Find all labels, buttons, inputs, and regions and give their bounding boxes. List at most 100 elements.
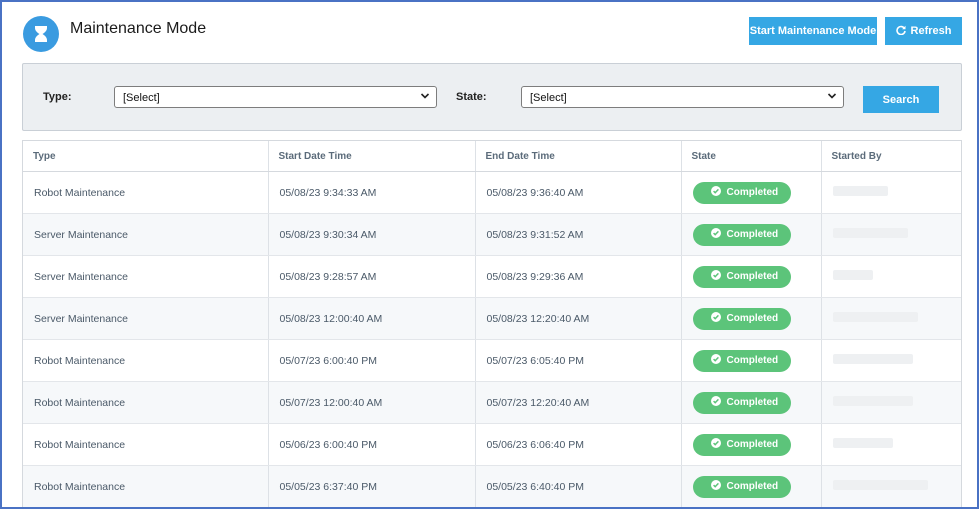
maintenance-table: Type Start Date Time End Date Time State… <box>22 140 962 507</box>
type-select-value: [Select] <box>123 92 160 104</box>
cell-type: Robot Maintenance <box>23 339 269 382</box>
cell-type: Server Maintenance <box>23 297 269 340</box>
page-title: Maintenance Mode <box>70 20 207 37</box>
cell-end-time: 05/08/23 9:36:40 AM <box>475 171 682 214</box>
cell-end-time: 05/07/23 12:20:40 AM <box>475 381 682 424</box>
state-select-value: [Select] <box>530 92 567 104</box>
maintenance-mode-page: Maintenance Mode Start Maintenance Mode … <box>0 0 979 509</box>
cell-type: Robot Maintenance <box>23 171 269 214</box>
cell-started-by <box>821 171 961 214</box>
redacted-user <box>832 396 913 406</box>
column-header-type[interactable]: Type <box>23 141 269 172</box>
check-circle-icon <box>710 312 721 325</box>
cell-end-time: 05/08/23 9:31:52 AM <box>475 213 682 256</box>
check-circle-icon <box>710 354 721 367</box>
cell-start-time: 05/08/23 9:30:34 AM <box>268 213 476 256</box>
cell-start-time: 05/08/23 9:28:57 AM <box>268 255 476 298</box>
cell-start-time: 05/07/23 6:00:40 PM <box>268 339 476 382</box>
status-badge: Completed <box>692 181 791 204</box>
cell-state: Completed <box>681 213 822 256</box>
cell-started-by <box>821 255 961 298</box>
cell-state: Completed <box>681 465 822 507</box>
status-badge: Completed <box>692 475 791 498</box>
cell-started-by <box>821 381 961 424</box>
cell-started-by <box>821 465 961 507</box>
start-maintenance-label: Start Maintenance Mode <box>749 25 877 37</box>
column-header-started-by[interactable]: Started By <box>821 141 961 172</box>
cell-start-time: 05/05/23 6:37:40 PM <box>268 465 476 507</box>
column-header-state[interactable]: State <box>681 141 822 172</box>
hourglass-icon <box>23 16 59 52</box>
cell-state: Completed <box>681 297 822 340</box>
column-header-start[interactable]: Start Date Time <box>268 141 476 172</box>
cell-end-time: 05/05/23 6:40:40 PM <box>475 465 682 507</box>
cell-start-time: 05/06/23 6:00:40 PM <box>268 423 476 466</box>
redacted-user <box>832 354 913 364</box>
cell-started-by <box>821 297 961 340</box>
status-badge: Completed <box>692 265 791 288</box>
redacted-user <box>832 480 928 490</box>
status-badge: Completed <box>692 349 791 372</box>
redacted-user <box>832 186 888 196</box>
table-row[interactable]: Robot Maintenance 05/08/23 9:34:33 AM 05… <box>23 171 961 214</box>
chevron-down-icon <box>827 91 837 104</box>
cell-state: Completed <box>681 339 822 382</box>
cell-type: Robot Maintenance <box>23 381 269 424</box>
cell-state: Completed <box>681 171 822 214</box>
cell-type: Robot Maintenance <box>23 423 269 466</box>
cell-start-time: 05/08/23 9:34:33 AM <box>268 171 476 214</box>
check-circle-icon <box>710 270 721 283</box>
status-badge-label: Completed <box>726 271 779 282</box>
filter-panel: Type: [Select] State: [Select] Search <box>22 63 962 131</box>
table-row[interactable]: Server Maintenance 05/08/23 9:28:57 AM 0… <box>23 255 961 298</box>
cell-started-by <box>821 213 961 256</box>
chevron-down-icon <box>420 91 430 104</box>
cell-end-time: 05/08/23 9:29:36 AM <box>475 255 682 298</box>
status-badge-label: Completed <box>726 397 779 408</box>
check-circle-icon <box>710 480 721 493</box>
cell-start-time: 05/08/23 12:00:40 AM <box>268 297 476 340</box>
cell-end-time: 05/08/23 12:20:40 AM <box>475 297 682 340</box>
table-header-row: Type Start Date Time End Date Time State… <box>23 141 961 172</box>
status-badge-label: Completed <box>726 355 779 366</box>
cell-type: Server Maintenance <box>23 255 269 298</box>
cell-state: Completed <box>681 381 822 424</box>
state-filter-label: State: <box>456 91 487 103</box>
cell-state: Completed <box>681 423 822 466</box>
search-button[interactable]: Search <box>863 86 939 113</box>
cell-started-by <box>821 339 961 382</box>
status-badge-label: Completed <box>726 313 779 324</box>
state-select[interactable]: [Select] <box>521 86 844 108</box>
status-badge-label: Completed <box>726 439 779 450</box>
table-row[interactable]: Server Maintenance 05/08/23 9:30:34 AM 0… <box>23 213 961 256</box>
table-row[interactable]: Server Maintenance 05/08/23 12:00:40 AM … <box>23 297 961 340</box>
check-circle-icon <box>710 186 721 199</box>
start-maintenance-button[interactable]: Start Maintenance Mode <box>749 17 877 45</box>
refresh-label: Refresh <box>910 25 952 37</box>
cell-type: Robot Maintenance <box>23 465 269 507</box>
table-row[interactable]: Robot Maintenance 05/07/23 12:00:40 AM 0… <box>23 381 961 424</box>
refresh-icon <box>895 25 906 38</box>
cell-end-time: 05/06/23 6:06:40 PM <box>475 423 682 466</box>
search-label: Search <box>882 93 920 106</box>
cell-started-by <box>821 423 961 466</box>
status-badge: Completed <box>692 223 791 246</box>
type-filter-label: Type: <box>43 91 72 103</box>
table-row[interactable]: Robot Maintenance 05/07/23 6:00:40 PM 05… <box>23 339 961 382</box>
redacted-user <box>832 312 918 322</box>
cell-end-time: 05/07/23 6:05:40 PM <box>475 339 682 382</box>
status-badge-label: Completed <box>726 187 779 198</box>
check-circle-icon <box>710 396 721 409</box>
cell-type: Server Maintenance <box>23 213 269 256</box>
type-select[interactable]: [Select] <box>114 86 437 108</box>
table-row[interactable]: Robot Maintenance 05/05/23 6:37:40 PM 05… <box>23 465 961 507</box>
redacted-user <box>832 270 873 280</box>
table-row[interactable]: Robot Maintenance 05/06/23 6:00:40 PM 05… <box>23 423 961 466</box>
check-circle-icon <box>710 228 721 241</box>
column-header-end[interactable]: End Date Time <box>475 141 682 172</box>
cell-start-time: 05/07/23 12:00:40 AM <box>268 381 476 424</box>
status-badge-label: Completed <box>726 481 779 492</box>
refresh-button[interactable]: Refresh <box>885 17 962 45</box>
status-badge: Completed <box>692 391 791 414</box>
status-badge-label: Completed <box>726 229 779 240</box>
